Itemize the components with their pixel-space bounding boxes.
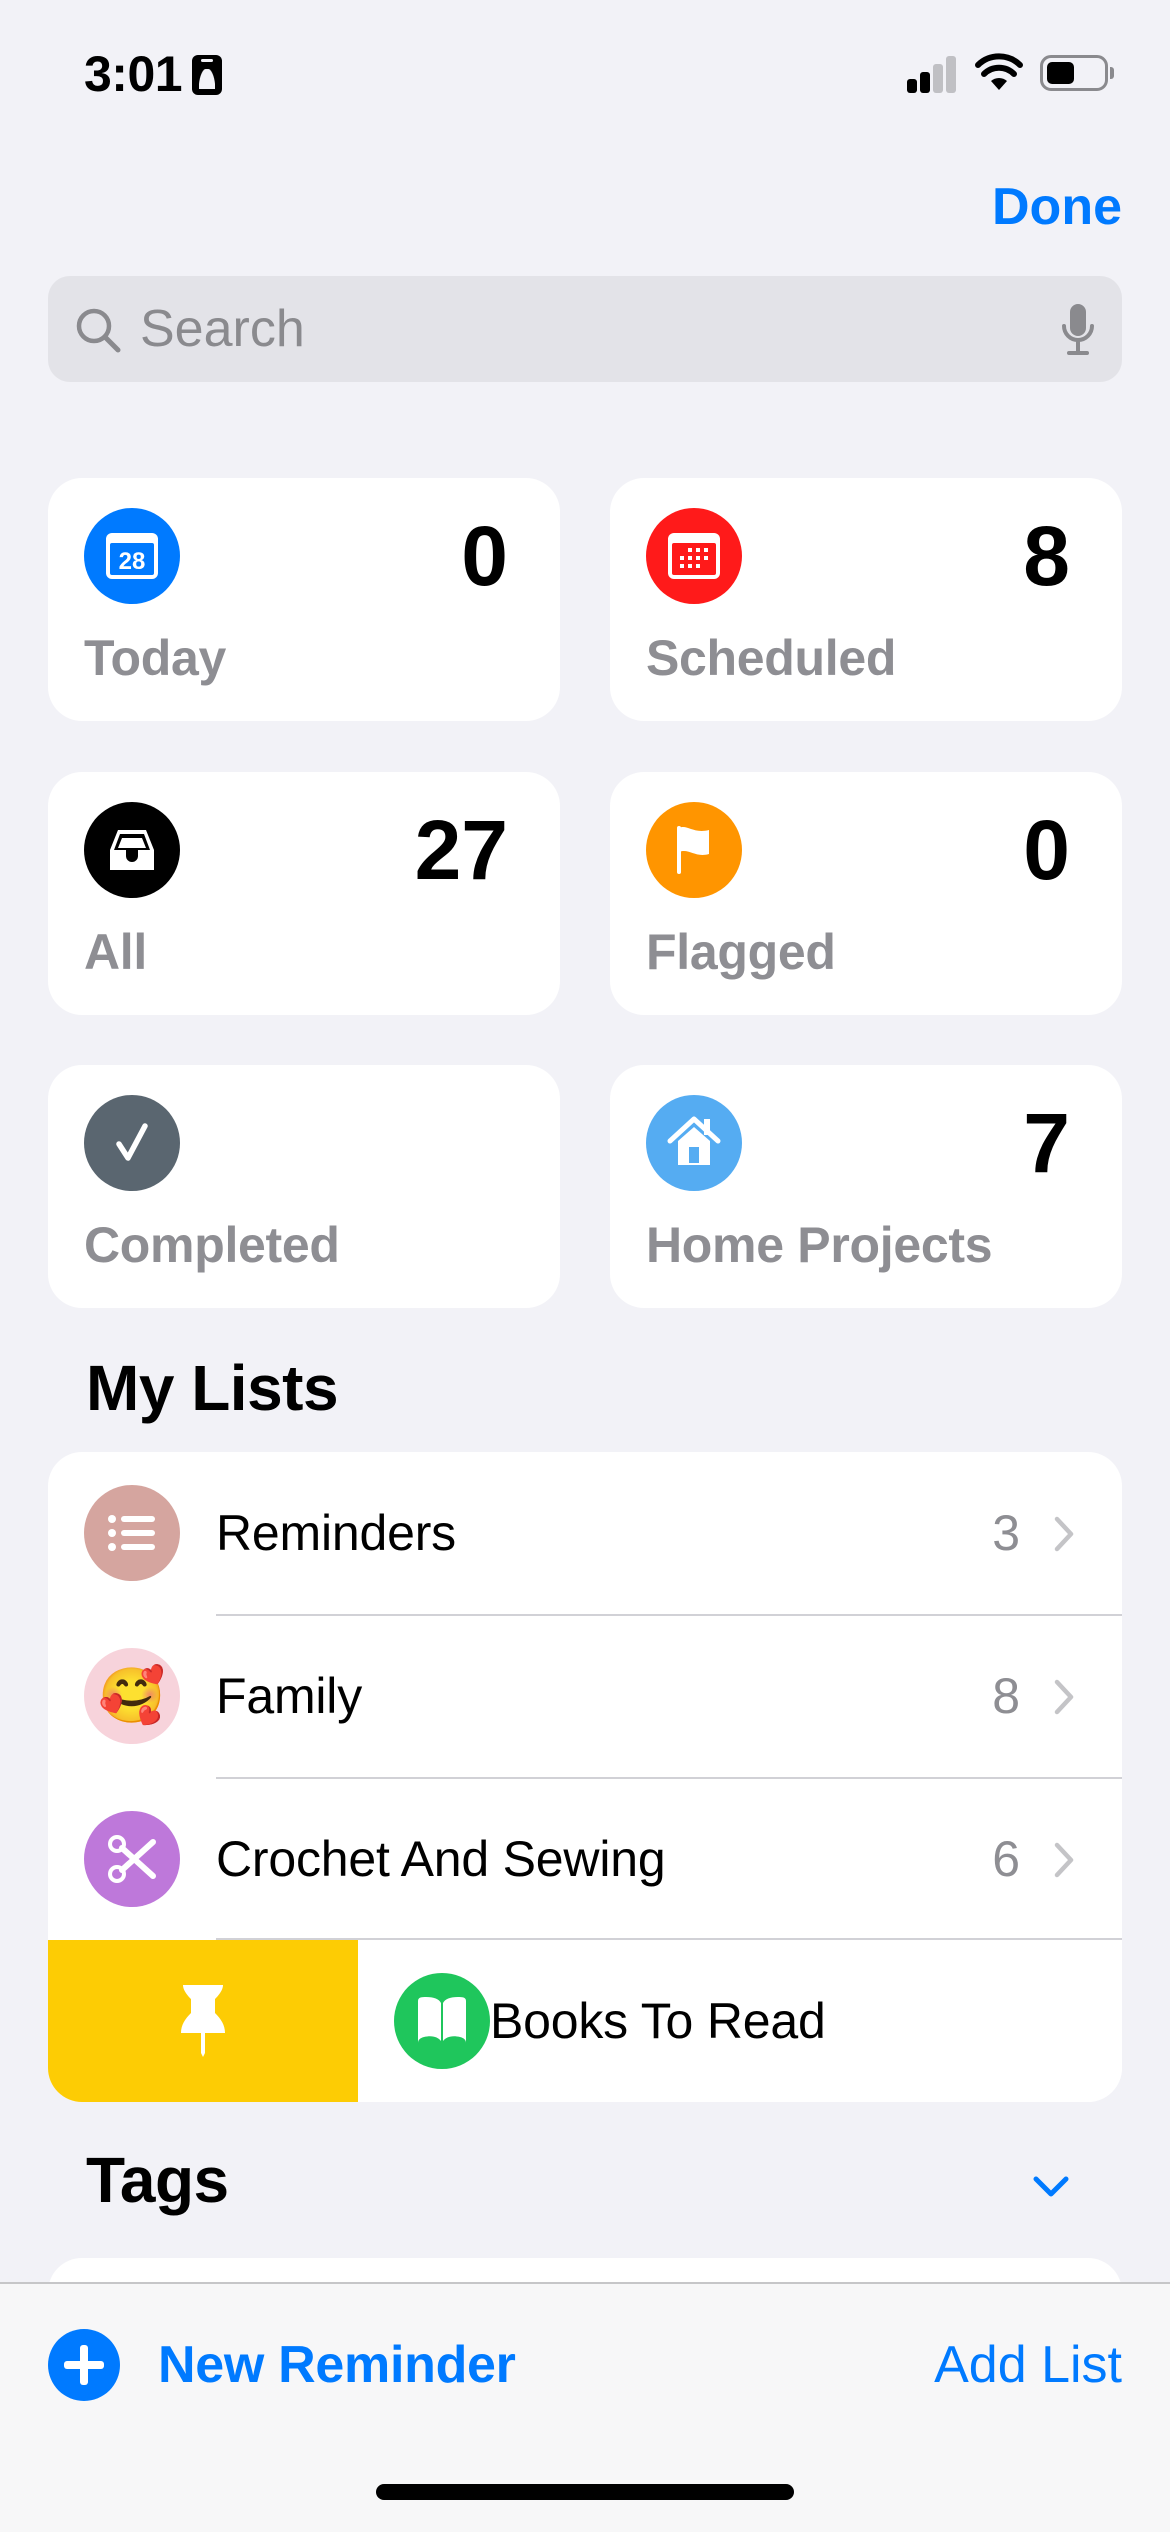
smiling-face-hearts-emoji: 🥰	[84, 1648, 180, 1744]
scissors-icon	[84, 1811, 180, 1907]
status-time: 3:01	[84, 46, 183, 102]
chevron-down-icon[interactable]	[1031, 2172, 1071, 2202]
scheduled-count: 8	[1023, 509, 1070, 603]
list-item-label: Crochet And Sewing	[216, 1831, 666, 1887]
smart-list-scheduled[interactable]: 8 Scheduled	[610, 478, 1122, 721]
flagged-label: Flagged	[646, 924, 836, 980]
search-icon	[76, 308, 121, 353]
list-bullet-icon	[84, 1485, 180, 1581]
pin-icon	[181, 1985, 225, 2057]
battery-cap	[1110, 67, 1114, 79]
house-icon	[646, 1095, 742, 1191]
all-label: All	[84, 924, 147, 980]
battery-icon	[1040, 55, 1108, 91]
flag-icon	[646, 802, 742, 898]
list-item-label: Books To Read	[490, 1993, 826, 2049]
mic-icon[interactable]	[1060, 302, 1096, 358]
done-button[interactable]: Done	[992, 176, 1122, 238]
list-item-crochet-and-sewing[interactable]: Crochet And Sewing 6	[48, 1778, 1122, 1941]
tags-heading: Tags	[86, 2144, 229, 2216]
list-item-label: Reminders	[216, 1505, 456, 1561]
smart-list-flagged[interactable]: 0 Flagged	[610, 772, 1122, 1015]
chevron-right-icon	[1054, 1516, 1074, 1552]
smart-list-completed[interactable]: Completed	[48, 1065, 560, 1308]
list-item-reminders[interactable]: Reminders 3	[48, 1452, 1122, 1615]
completed-label: Completed	[84, 1217, 340, 1273]
home-indicator[interactable]	[376, 2484, 794, 2500]
wifi-icon	[975, 53, 1023, 90]
checkmark-icon	[84, 1095, 180, 1191]
pin-action-button[interactable]	[48, 1940, 358, 2102]
home-projects-label: Home Projects	[646, 1217, 993, 1273]
chevron-right-icon	[1054, 1679, 1074, 1715]
list-item-count: 8	[992, 1668, 1020, 1724]
cellular-signal-icon	[907, 55, 957, 93]
plus-circle-icon	[48, 2329, 120, 2401]
search-bar[interactable]	[48, 276, 1122, 382]
calendar-day-text: 28	[119, 548, 146, 575]
today-label: Today	[84, 630, 227, 686]
calendar-today-icon: 28	[84, 508, 180, 604]
smart-list-today[interactable]: 28 0 Today	[48, 478, 560, 721]
smart-list-home-projects[interactable]: 7 Home Projects	[610, 1065, 1122, 1308]
person-badge-icon	[192, 55, 222, 95]
calendar-icon	[646, 508, 742, 604]
flagged-count: 0	[1023, 803, 1070, 897]
list-item-label: Family	[216, 1668, 363, 1724]
search-input[interactable]	[140, 276, 990, 382]
smart-list-all[interactable]: 27 All	[48, 772, 560, 1015]
tray-icon	[84, 802, 180, 898]
list-item-count: 3	[992, 1505, 1020, 1561]
book-icon	[394, 1973, 490, 2069]
home-projects-count: 7	[1023, 1096, 1070, 1190]
all-count: 27	[414, 803, 508, 897]
new-reminder-button[interactable]: New Reminder	[48, 2326, 516, 2404]
today-count: 0	[461, 509, 508, 603]
scheduled-label: Scheduled	[646, 630, 897, 686]
new-reminder-label: New Reminder	[158, 2336, 516, 2394]
chevron-right-icon	[1054, 1842, 1074, 1878]
battery-level	[1047, 62, 1074, 84]
list-item-books-to-read[interactable]: Books To Read	[358, 1940, 1122, 2102]
my-lists-heading: My Lists	[86, 1352, 339, 1424]
list-item-count: 6	[992, 1831, 1020, 1887]
my-lists-container: Reminders 3 🥰 Family 8 Crochet And Sewin…	[48, 1452, 1122, 2102]
add-list-button[interactable]: Add List	[934, 2332, 1122, 2398]
list-item-family[interactable]: 🥰 Family 8	[48, 1615, 1122, 1778]
